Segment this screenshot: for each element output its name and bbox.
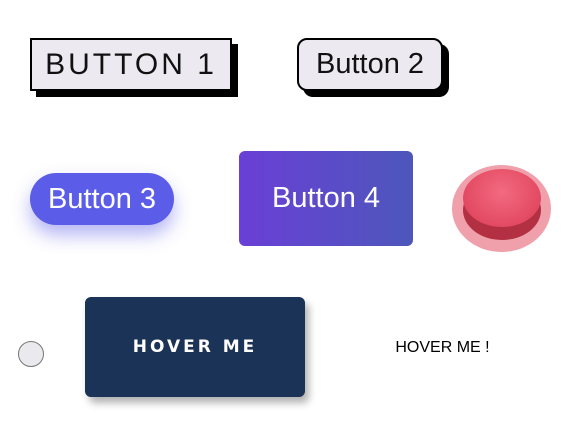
button-2[interactable]: Button 2 bbox=[297, 38, 443, 91]
button-4[interactable]: Button 4 bbox=[239, 151, 413, 246]
hover-me-text-button[interactable]: HOVER ME ! bbox=[385, 335, 500, 361]
radio-circle[interactable] bbox=[18, 341, 44, 367]
red-round-button-top[interactable] bbox=[463, 169, 541, 227]
hover-me-button[interactable]: HOVER ME bbox=[85, 297, 305, 397]
button-1[interactable]: BUTTON 1 bbox=[30, 38, 232, 91]
button-3[interactable]: Button 3 bbox=[30, 173, 174, 225]
